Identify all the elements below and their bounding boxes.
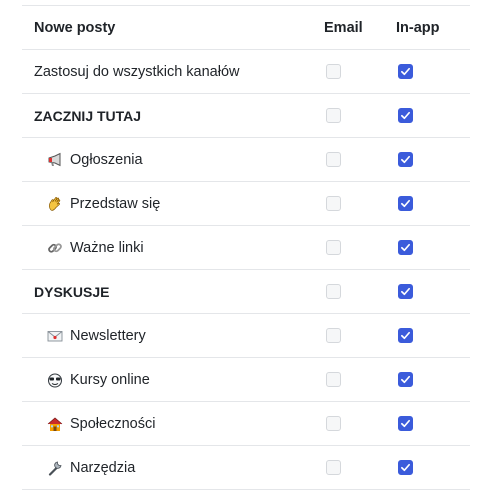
inapp-checkbox-important-links[interactable]	[397, 240, 413, 255]
inapp-checkbox-newsletters[interactable]	[397, 328, 413, 343]
inapp-checkbox-discussions[interactable]	[397, 284, 413, 299]
section-heading: DYSKUSJE	[34, 283, 110, 300]
wrench-icon	[46, 459, 64, 477]
section-heading: ZACZNIJ TUTAJ	[34, 107, 142, 124]
table-row-announcements: Ogłoszenia	[22, 138, 470, 182]
table-row-introduce-yourself: Przedstaw się	[22, 182, 470, 226]
email-checkbox-important-links[interactable]	[325, 240, 341, 255]
inapp-checkbox-introduce-yourself[interactable]	[397, 196, 413, 211]
megaphone-icon	[46, 151, 64, 169]
sunglasses-face-icon	[46, 371, 64, 389]
row-label: Ogłoszenia	[70, 151, 143, 168]
email-checkbox-newsletters[interactable]	[325, 328, 341, 343]
email-checkbox-apply-all[interactable]	[325, 64, 341, 79]
table-header: Nowe posty Email In-app	[22, 6, 470, 50]
email-checkbox-announcements[interactable]	[325, 152, 341, 167]
table-row-online-courses: Kursy online	[22, 358, 470, 402]
table-row-newsletters: Newslettery	[22, 314, 470, 358]
table-row-section-discussions: DYSKUSJE	[22, 270, 470, 314]
column-header-inapp: In-app	[396, 19, 440, 36]
house-icon	[46, 415, 64, 433]
email-checkbox-discussions[interactable]	[325, 284, 341, 299]
table-row-communities: Społeczności	[22, 402, 470, 446]
envelope-icon	[46, 327, 64, 345]
table-row-important-links: Ważne linki	[22, 226, 470, 270]
column-header-new-posts: Nowe posty	[34, 19, 116, 36]
column-header-email: Email	[324, 19, 363, 36]
link-icon	[46, 239, 64, 257]
table-row-tools: Narzędzia	[22, 446, 470, 490]
email-checkbox-tools[interactable]	[325, 460, 341, 475]
inapp-checkbox-start-here[interactable]	[397, 108, 413, 123]
row-label: Ważne linki	[70, 239, 144, 256]
row-label: Zastosuj do wszystkich kanałów	[34, 63, 240, 80]
waving-hand-icon	[46, 195, 64, 213]
row-label: Przedstaw się	[70, 195, 161, 212]
inapp-checkbox-communities[interactable]	[397, 416, 413, 431]
row-label: Narzędzia	[70, 459, 136, 476]
email-checkbox-online-courses[interactable]	[325, 372, 341, 387]
table-row-section-start-here: ZACZNIJ TUTAJ	[22, 94, 470, 138]
inapp-checkbox-apply-all[interactable]	[397, 64, 413, 79]
notification-settings-table: Nowe posty Email In-app Zastosuj do wszy…	[22, 5, 470, 490]
row-label: Newslettery	[70, 327, 146, 344]
email-checkbox-communities[interactable]	[325, 416, 341, 431]
email-checkbox-introduce-yourself[interactable]	[325, 196, 341, 211]
row-label: Społeczności	[70, 415, 156, 432]
inapp-checkbox-tools[interactable]	[397, 460, 413, 475]
inapp-checkbox-announcements[interactable]	[397, 152, 413, 167]
email-checkbox-start-here[interactable]	[325, 108, 341, 123]
table-row-apply-all: Zastosuj do wszystkich kanałów	[22, 50, 470, 94]
inapp-checkbox-online-courses[interactable]	[397, 372, 413, 387]
row-label: Kursy online	[70, 371, 150, 388]
